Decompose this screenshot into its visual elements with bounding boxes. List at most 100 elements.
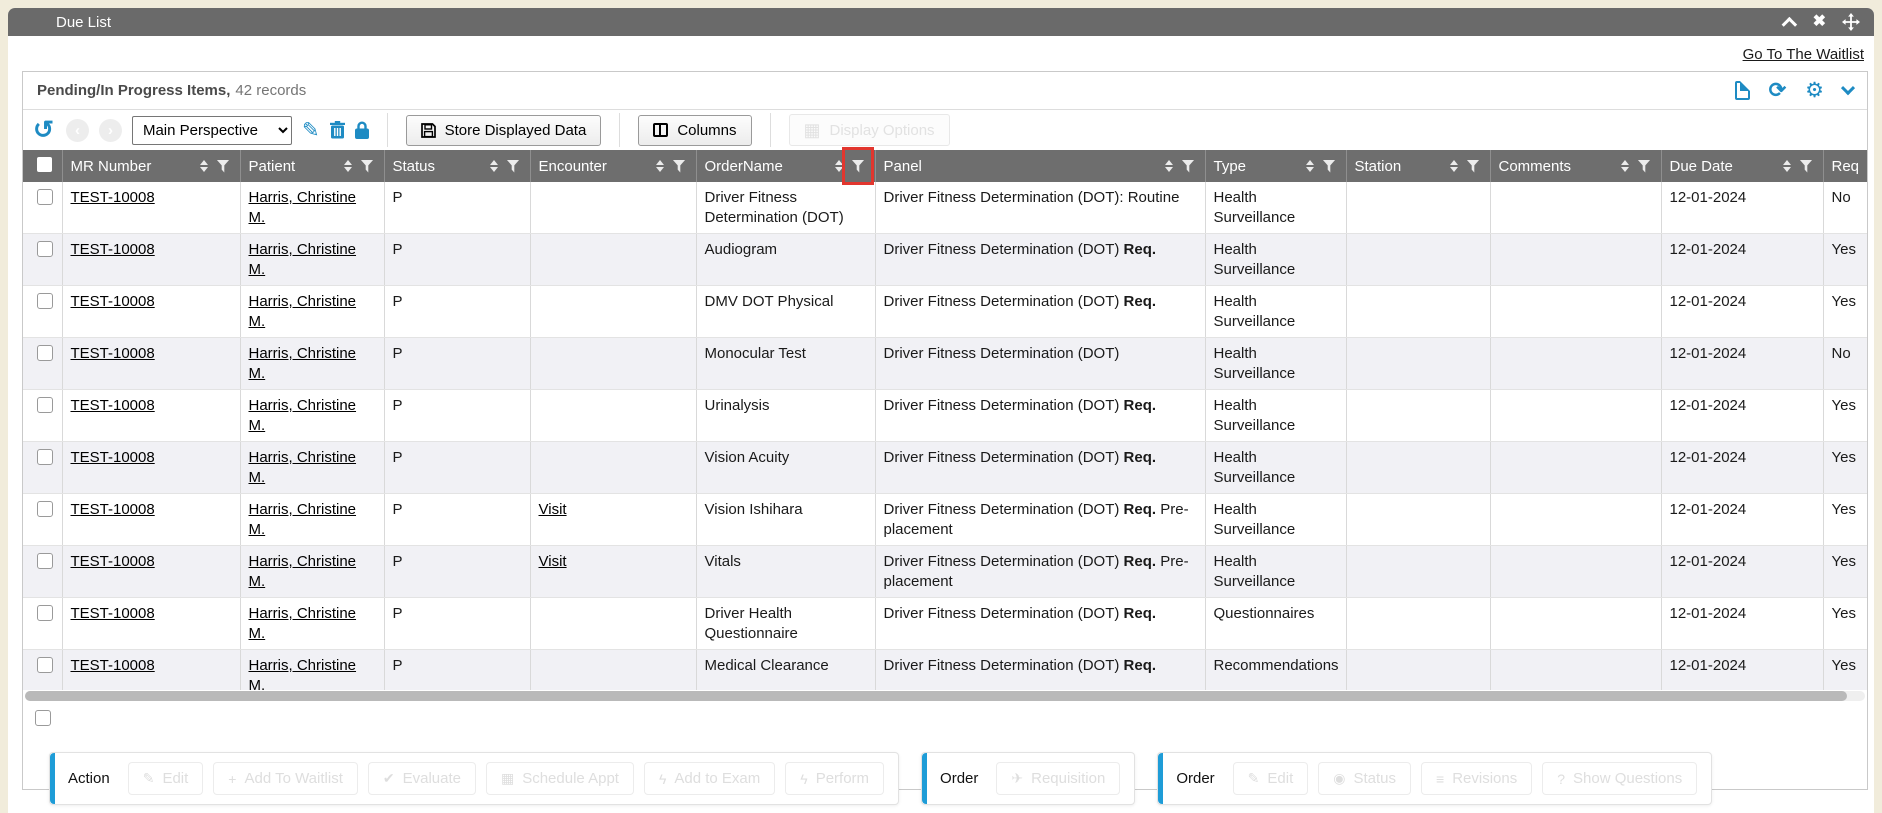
button-label: Edit bbox=[1267, 770, 1293, 787]
sort-icon-type[interactable] bbox=[1306, 160, 1314, 172]
order-name-cell: Audiogram bbox=[696, 234, 875, 286]
filter-icon-encounter[interactable] bbox=[673, 160, 686, 173]
row-checkbox[interactable] bbox=[37, 553, 53, 569]
patient-link[interactable]: Harris, Christine M. bbox=[249, 501, 357, 538]
sort-icon-patient[interactable] bbox=[344, 160, 352, 172]
row-checkbox[interactable] bbox=[37, 397, 53, 413]
scrollbar-thumb[interactable] bbox=[25, 691, 1847, 701]
table-row: TEST-10008Harris, Christine M.PMonocular… bbox=[23, 338, 1867, 390]
encounter-visit-link[interactable]: Visit bbox=[539, 501, 567, 518]
sort-icon-encounter[interactable] bbox=[656, 160, 664, 172]
row-checkbox[interactable] bbox=[37, 345, 53, 361]
type-cell: Health Surveillance bbox=[1205, 546, 1346, 598]
status-cell: P bbox=[384, 234, 530, 286]
sort-icon-panel[interactable] bbox=[1165, 160, 1173, 172]
patient-link[interactable]: Harris, Christine M. bbox=[249, 345, 357, 382]
row-checkbox[interactable] bbox=[37, 657, 53, 673]
row-checkbox[interactable] bbox=[37, 189, 53, 205]
filter-icon-type[interactable] bbox=[1323, 160, 1336, 173]
table-row: TEST-10008Harris, Christine M.PVisitVisi… bbox=[23, 494, 1867, 546]
order-name-cell: Monocular Test bbox=[696, 338, 875, 390]
filter-icon-due[interactable] bbox=[1800, 160, 1813, 173]
patient-link[interactable]: Harris, Christine M. bbox=[249, 397, 357, 434]
collapse-icon[interactable] bbox=[1781, 16, 1797, 32]
close-icon[interactable]: ✖ bbox=[1813, 14, 1826, 30]
go-to-waitlist-link[interactable]: Go To The Waitlist bbox=[1743, 46, 1864, 63]
new-document-icon[interactable] bbox=[1735, 81, 1750, 100]
mr-number-link[interactable]: TEST-10008 bbox=[71, 449, 155, 466]
sort-icon-due[interactable] bbox=[1783, 160, 1791, 172]
col-label-status: Status bbox=[393, 158, 436, 175]
button-label: Edit bbox=[162, 770, 188, 787]
panel-cell: Driver Fitness Determination (DOT) bbox=[875, 338, 1205, 390]
gear-icon[interactable]: ⚙ bbox=[1805, 80, 1824, 101]
delete-perspective-icon[interactable] bbox=[330, 121, 345, 139]
filter-icon-comments[interactable] bbox=[1638, 160, 1651, 173]
previous-perspective-button: ‹ bbox=[66, 119, 89, 142]
filter-icon-panel[interactable] bbox=[1182, 160, 1195, 173]
lock-perspective-icon[interactable] bbox=[355, 121, 369, 139]
horizontal-scrollbar[interactable] bbox=[25, 691, 1865, 701]
mr-number-link[interactable]: TEST-10008 bbox=[71, 553, 155, 570]
store-displayed-data-button[interactable]: Store Displayed Data bbox=[406, 115, 602, 146]
sort-icon-comments[interactable] bbox=[1621, 160, 1629, 172]
row-checkbox[interactable] bbox=[37, 241, 53, 257]
patient-link[interactable]: Harris, Christine M. bbox=[249, 293, 357, 330]
panel-cell: Driver Fitness Determination (DOT) Req. bbox=[875, 598, 1205, 650]
mr-number-link[interactable]: TEST-10008 bbox=[71, 293, 155, 310]
patient-link[interactable]: Harris, Christine M. bbox=[249, 449, 357, 486]
table-body-viewport: TEST-10008 Harris, Christine M. P Driver Fi… bbox=[23, 182, 1867, 690]
revisions-icon: ≡ bbox=[1436, 771, 1444, 787]
button-label: Schedule Appt bbox=[522, 770, 619, 787]
row-checkbox[interactable] bbox=[37, 605, 53, 621]
type-cell: Health Surveillance bbox=[1205, 494, 1346, 546]
filter-icon-mr[interactable] bbox=[217, 160, 230, 173]
revisions-button: ≡Revisions bbox=[1421, 762, 1532, 795]
select-all-checkbox[interactable] bbox=[37, 157, 52, 172]
footer-checkbox[interactable] bbox=[35, 710, 51, 726]
row-checkbox[interactable] bbox=[37, 501, 53, 517]
action-group-order-1: Order✈Requisition bbox=[921, 752, 1135, 805]
order-name-cell: Vision Ishihara bbox=[696, 494, 875, 546]
col-header-due: Due Date bbox=[1661, 150, 1823, 182]
patient-link[interactable]: Harris, Christine M. bbox=[249, 553, 357, 590]
mr-number-link[interactable]: TEST-10008 bbox=[71, 501, 155, 518]
undo-icon[interactable]: ↺ bbox=[33, 118, 54, 143]
patient-link[interactable]: Harris, Christine M. bbox=[249, 657, 357, 690]
chevron-down-icon[interactable] bbox=[1841, 81, 1855, 95]
perspective-select[interactable]: Main Perspective bbox=[132, 116, 292, 145]
mr-number-link[interactable]: TEST-10008 bbox=[71, 397, 155, 414]
status-cell: P bbox=[384, 598, 530, 650]
sort-icon-status[interactable] bbox=[490, 160, 498, 172]
filter-icon-patient[interactable] bbox=[361, 160, 374, 173]
filter-icon-status[interactable] bbox=[507, 160, 520, 173]
refresh-icon[interactable]: ⟳ bbox=[1769, 80, 1787, 101]
row-checkbox[interactable] bbox=[37, 293, 53, 309]
filter-icon-station[interactable] bbox=[1467, 160, 1480, 173]
type-cell: Health Surveillance bbox=[1205, 182, 1346, 234]
patient-link[interactable]: Harris, Christine M. bbox=[249, 241, 357, 278]
patient-link[interactable]: Harris, Christine M. bbox=[249, 189, 357, 226]
panel-header: Pending/In Progress Items, 42 records ⟳ … bbox=[23, 72, 1867, 110]
mr-number-link[interactable]: TEST-10008 bbox=[71, 345, 155, 362]
col-label-order: OrderName bbox=[705, 158, 783, 175]
order-name-cell: Medical Clearance bbox=[696, 650, 875, 691]
encounter-visit-link[interactable]: Visit bbox=[539, 553, 567, 570]
due-date-cell: 12-01-2024 bbox=[1661, 442, 1823, 494]
mr-number-link[interactable]: TEST-10008 bbox=[71, 189, 155, 206]
sort-icon-mr[interactable] bbox=[200, 160, 208, 172]
window-titlebar[interactable]: Due List ✖ bbox=[8, 8, 1874, 36]
station-cell bbox=[1346, 546, 1490, 598]
edit-perspective-icon[interactable]: ✎ bbox=[302, 120, 320, 141]
display-options-label: Display Options bbox=[830, 122, 935, 139]
sort-icon-station[interactable] bbox=[1450, 160, 1458, 172]
mr-number-link[interactable]: TEST-10008 bbox=[71, 657, 155, 674]
mr-number-link[interactable]: TEST-10008 bbox=[71, 241, 155, 258]
mr-number-link[interactable]: TEST-10008 bbox=[71, 605, 155, 622]
order-name-cell: Driver Health Questionnaire bbox=[696, 598, 875, 650]
row-checkbox[interactable] bbox=[37, 449, 53, 465]
patient-link[interactable]: Harris, Christine M. bbox=[249, 605, 357, 642]
move-icon[interactable] bbox=[1842, 13, 1860, 31]
columns-button[interactable]: Columns bbox=[638, 115, 751, 146]
station-cell bbox=[1346, 286, 1490, 338]
